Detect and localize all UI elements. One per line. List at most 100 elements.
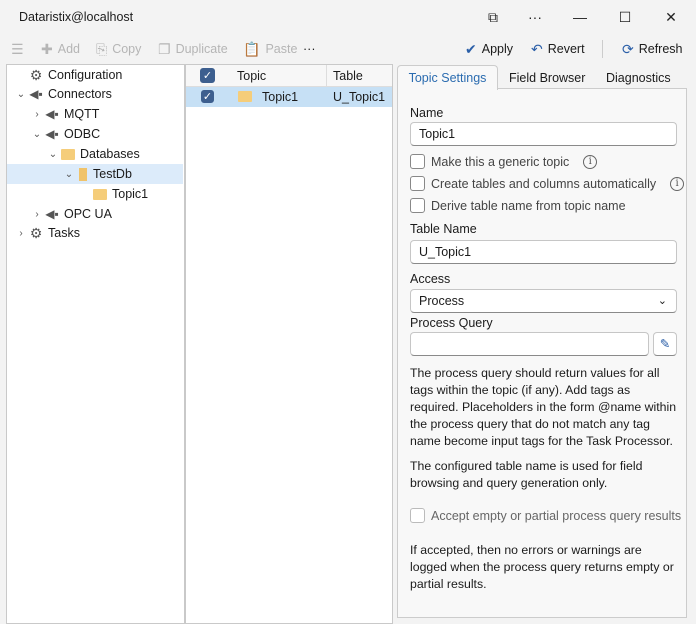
gear-icon: ⚙ [29, 66, 43, 83]
database-icon [79, 167, 87, 181]
tree-item-connectors[interactable]: ⌄ ◀▪ Connectors [7, 84, 183, 104]
access-select[interactable]: Process ⌄ [410, 289, 677, 313]
folder-icon [238, 91, 252, 102]
snap-icon[interactable]: ⧉ [479, 6, 507, 28]
tree-label: TestDb [93, 167, 132, 181]
create-tables-checkbox[interactable]: Create tables and columns automatically i [410, 176, 685, 191]
access-label: Access [410, 272, 451, 286]
column-header-table[interactable]: Table [333, 69, 363, 83]
plug-icon: ◀▪ [45, 127, 59, 141]
gears-icon: ⚙ [29, 224, 43, 241]
checkbox[interactable] [410, 176, 425, 191]
add-button[interactable]: ✚ Add [41, 38, 80, 60]
tree-panel: ⚙ Configuration ⌄ ◀▪ Connectors › ◀▪ MQTT ⌄ ◀▪… [6, 64, 185, 624]
copy-icon: ⎘ [96, 40, 108, 57]
table-name-input[interactable]: U_Topic1 [410, 240, 677, 264]
undo-icon: ↶ [531, 40, 543, 57]
chevron-right-icon[interactable]: › [15, 228, 27, 239]
tree-item-mqtt[interactable]: › ◀▪ MQTT [7, 104, 183, 124]
tree-item-databases[interactable]: ⌄ Databases [7, 144, 183, 164]
refresh-button[interactable]: ⟳ Refresh [622, 38, 683, 60]
row-checkbox[interactable]: ✓ [201, 90, 214, 103]
paste-icon: 📋 [243, 40, 261, 57]
chevron-right-icon[interactable]: › [31, 109, 43, 120]
more-toolbar-button[interactable]: ··· [303, 38, 316, 60]
access-value: Process [419, 294, 465, 308]
tree-item-odbc[interactable]: ⌄ ◀▪ ODBC [7, 124, 183, 144]
process-query-label: Process Query [410, 316, 493, 330]
derive-table-name-checkbox[interactable]: Derive table name from topic name [410, 198, 626, 213]
accept-empty-label: Accept empty or partial process query re… [431, 508, 682, 523]
title-bar: Dataristix@localhost ⧉ ··· — ☐ ✕ [0, 0, 696, 35]
tab-topic-settings[interactable]: Topic Settings [397, 65, 498, 90]
name-input[interactable]: Topic1 [410, 122, 677, 146]
derive-label: Derive table name from topic name [431, 198, 626, 213]
column-divider[interactable] [326, 65, 327, 87]
info-icon[interactable]: i [583, 154, 598, 169]
tree-item-opcua[interactable]: › ◀▪ OPC UA [7, 204, 183, 224]
copy-label: Copy [112, 42, 142, 56]
tree-label: Configuration [48, 68, 123, 82]
cell-table: U_Topic1 [333, 90, 386, 104]
paste-button[interactable]: 📋 Paste [243, 38, 297, 60]
pencil-icon: ✎ [659, 337, 671, 351]
menu-button[interactable]: ☰ [11, 38, 24, 60]
checkbox[interactable] [410, 508, 425, 523]
chevron-down-icon[interactable]: ⌄ [63, 169, 75, 180]
table-row[interactable]: ✓ Topic1 U_Topic1 [186, 87, 392, 107]
folder-icon [93, 188, 107, 200]
chevron-down-icon[interactable]: ⌄ [47, 149, 59, 160]
add-label: Add [57, 42, 80, 56]
tree-item-topic1[interactable]: Topic1 [7, 184, 183, 204]
chevron-down-icon: ⌄ [657, 295, 667, 307]
tab-field-browser[interactable]: Field Browser [509, 71, 585, 85]
refresh-icon: ⟳ [622, 40, 634, 57]
window-title: Dataristix@localhost [19, 10, 134, 24]
hamburger-icon: ☰ [11, 40, 24, 57]
apply-button[interactable]: ✔ Apply [465, 38, 513, 60]
info-icon[interactable]: i [670, 176, 685, 191]
tree-label: ODBC [64, 127, 101, 141]
table-name-label: Table Name [410, 222, 477, 236]
chevron-down-icon[interactable]: ⌄ [15, 89, 27, 100]
more-options-button[interactable]: ··· [521, 6, 549, 28]
plug-icon: ◀▪ [29, 87, 43, 101]
name-label: Name [410, 106, 444, 120]
duplicate-button[interactable]: ❐ Duplicate [158, 38, 228, 60]
plus-icon: ✚ [41, 40, 53, 57]
tree-item-testdb[interactable]: ⌄ TestDb [7, 164, 183, 184]
copy-button[interactable]: ⎘ Copy [96, 38, 141, 60]
close-button[interactable]: ✕ [657, 6, 685, 28]
accept-empty-checkbox[interactable]: Accept empty or partial process query re… [410, 508, 681, 523]
select-all-checkbox[interactable]: ✓ [200, 68, 215, 83]
plug-icon: ◀▪ [45, 107, 59, 121]
minimize-button[interactable]: — [566, 6, 594, 28]
duplicate-label: Duplicate [175, 42, 228, 56]
process-query-input[interactable] [410, 332, 649, 356]
column-header-topic[interactable]: Topic [237, 69, 266, 83]
generic-label: Make this a generic topic [431, 154, 570, 169]
revert-button[interactable]: ↶ Revert [531, 38, 585, 60]
paste-label: Paste [265, 42, 298, 56]
accept-empty-help: If accepted, then no errors or warnings … [410, 543, 674, 591]
chevron-right-icon[interactable]: › [31, 209, 43, 220]
chevron-down-icon[interactable]: ⌄ [31, 129, 43, 140]
generic-topic-checkbox[interactable]: Make this a generic topic i [410, 154, 598, 169]
tree-item-tasks[interactable]: › ⚙ Tasks [7, 223, 183, 243]
cell-topic: Topic1 [262, 90, 299, 104]
revert-label: Revert [547, 42, 585, 56]
tree-label: OPC UA [64, 207, 112, 221]
folder-icon [61, 148, 75, 160]
tree-item-configuration[interactable]: ⚙ Configuration [7, 65, 183, 85]
tree-label: Databases [80, 147, 140, 161]
tree-label: MQTT [64, 107, 100, 121]
refresh-label: Refresh [638, 42, 683, 56]
create-tables-label: Create tables and columns automatically [431, 176, 657, 191]
checkbox[interactable] [410, 198, 425, 213]
checkbox[interactable] [410, 154, 425, 169]
edit-query-button[interactable]: ✎ [653, 332, 677, 356]
tree-label: Connectors [48, 87, 112, 101]
maximize-button[interactable]: ☐ [611, 6, 639, 28]
tab-diagnostics[interactable]: Diagnostics [606, 71, 671, 85]
check-icon: ✔ [465, 40, 477, 57]
